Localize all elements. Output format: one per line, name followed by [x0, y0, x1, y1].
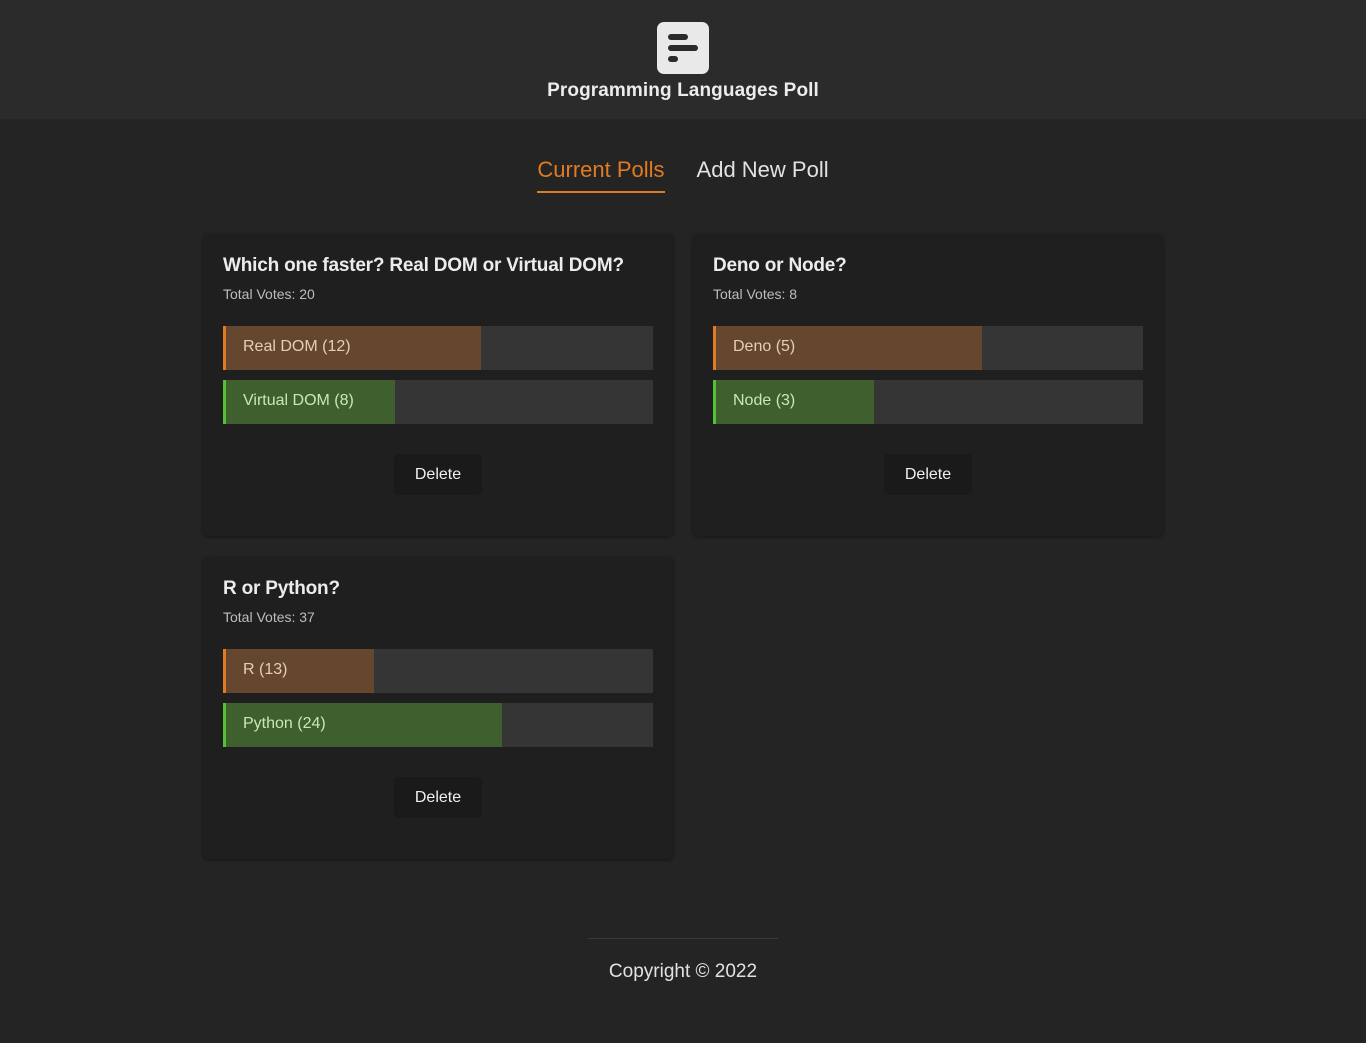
poll-option-label: R (13) [243, 661, 288, 678]
poll-options: Deno (5) Node (3) [713, 326, 1143, 424]
poll-card: Which one faster? Real DOM or Virtual DO… [203, 234, 673, 536]
delete-poll-button[interactable]: Delete [884, 454, 972, 495]
poll-question: R or Python? [223, 578, 340, 599]
delete-poll-button[interactable]: Delete [394, 454, 482, 495]
poll-option[interactable]: Deno (5) [713, 326, 1143, 370]
tab-add-new-poll[interactable]: Add New Poll [697, 157, 829, 193]
poll-option[interactable]: Node (3) [713, 380, 1143, 424]
poll-option-label: Node (3) [733, 392, 796, 409]
poll-tabs: Current Polls Add New Poll [0, 157, 1366, 193]
app-title: Programming Languages Poll [547, 80, 819, 101]
poll-question: Deno or Node? [713, 255, 847, 276]
poll-card: R or Python? Total Votes: 37 R (13) Pyth… [203, 557, 673, 859]
tab-current-polls[interactable]: Current Polls [537, 157, 665, 193]
poll-option-label: Deno (5) [733, 338, 796, 355]
poll-list: Which one faster? Real DOM or Virtual DO… [0, 234, 1366, 862]
poll-total-votes: Total Votes: 20 [223, 286, 315, 302]
poll-option[interactable]: Real DOM (12) [223, 326, 653, 370]
poll-option[interactable]: Python (24) [223, 703, 653, 747]
poll-total-votes: Total Votes: 37 [223, 609, 315, 625]
poll-bars-icon [657, 22, 709, 74]
poll-option-label: Virtual DOM (8) [243, 392, 354, 409]
poll-option-label: Python (24) [243, 715, 326, 732]
poll-options: R (13) Python (24) [223, 649, 653, 747]
poll-option[interactable]: Virtual DOM (8) [223, 380, 653, 424]
poll-card: Deno or Node? Total Votes: 8 Deno (5) No… [693, 234, 1163, 536]
poll-options: Real DOM (12) Virtual DOM (8) [223, 326, 653, 424]
delete-poll-button[interactable]: Delete [394, 777, 482, 818]
poll-question: Which one faster? Real DOM or Virtual DO… [223, 255, 624, 276]
copyright-text: Copyright © 2022 [608, 961, 758, 982]
footer-divider [588, 938, 778, 939]
page-footer: Copyright © 2022 [0, 938, 1366, 983]
poll-total-votes: Total Votes: 8 [713, 286, 798, 302]
app-header: Programming Languages Poll [0, 0, 1366, 119]
poll-option[interactable]: R (13) [223, 649, 653, 693]
poll-option-label: Real DOM (12) [243, 338, 351, 355]
